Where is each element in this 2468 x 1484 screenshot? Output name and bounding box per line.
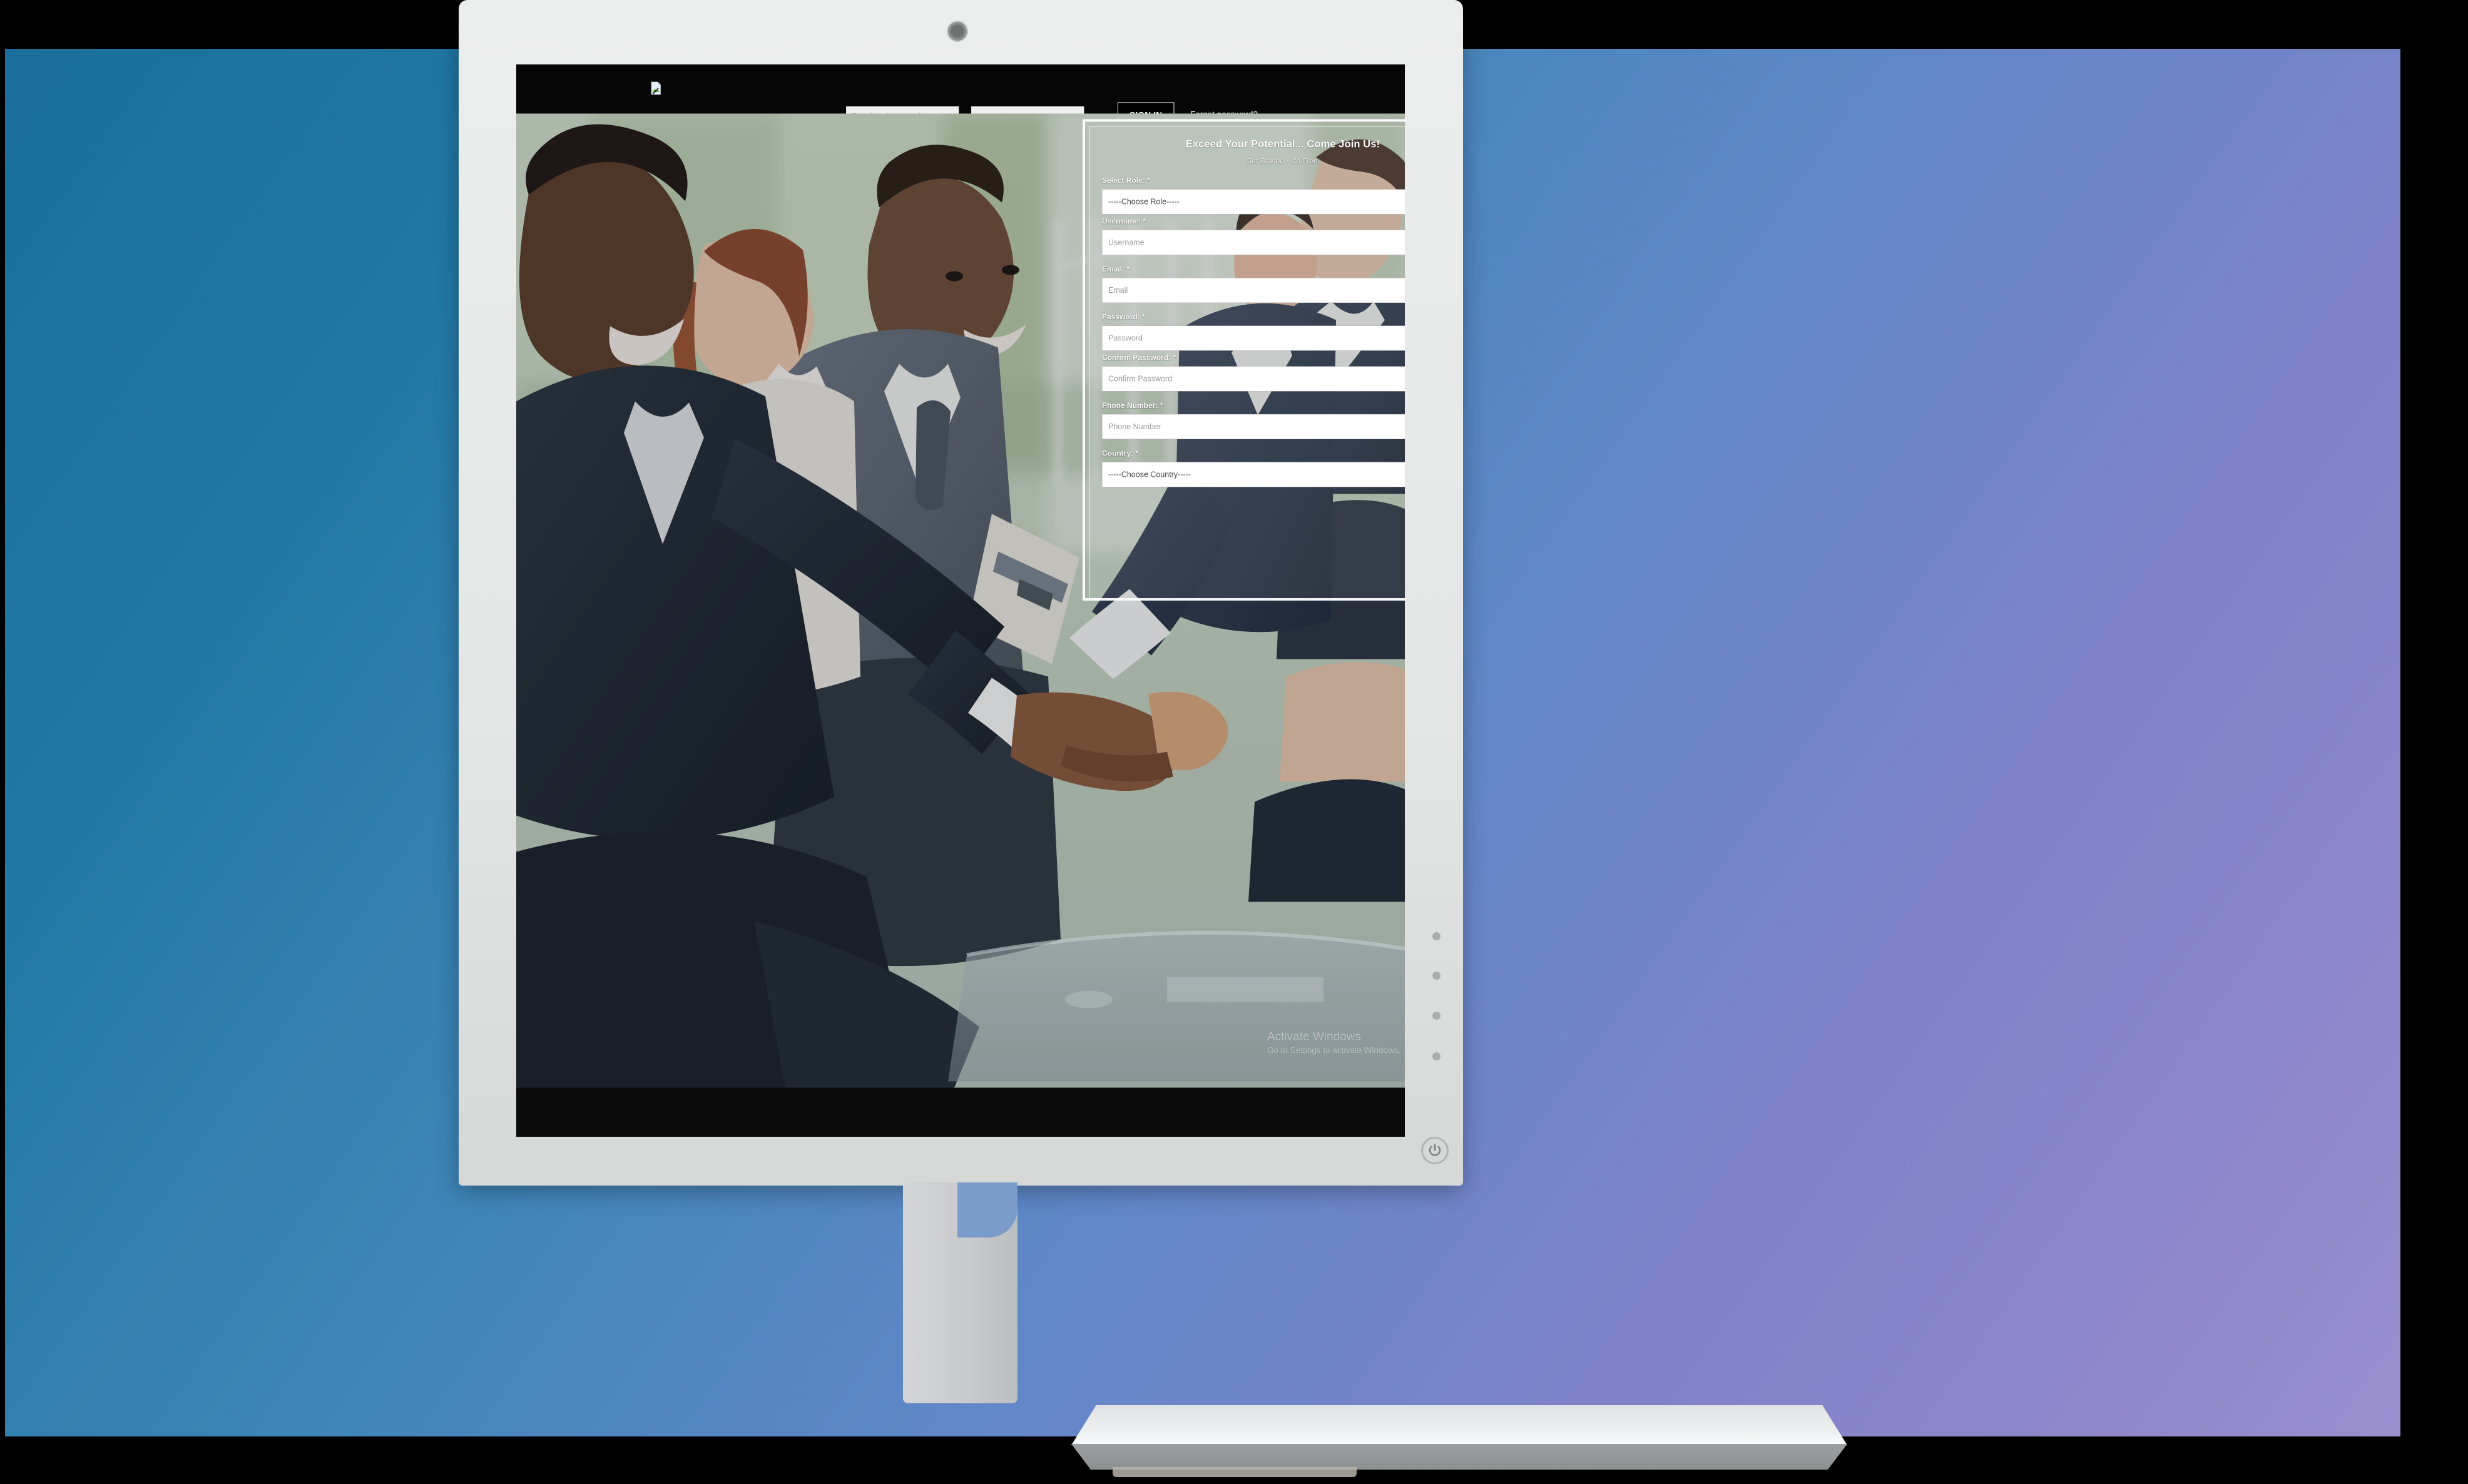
monitor-screen: SIGN IN Forgot password?: [516, 64, 1405, 1137]
label-password: Password: *: [1102, 313, 1145, 322]
signup-title: Exceed Your Potential... Come Join Us!: [1185, 138, 1380, 150]
monitor-osd-button-3[interactable]: [1432, 1012, 1441, 1020]
signup-card: Exceed Your Potential... Come Join Us! G…: [1083, 119, 1405, 601]
broken-image-icon: [651, 81, 661, 95]
power-button[interactable]: [1421, 1137, 1449, 1164]
signup-card-inner: Exceed Your Potential... Come Join Us! G…: [1089, 126, 1405, 598]
field-group-select-role: Select Role: * -----Choose Role-----: [1102, 176, 1405, 215]
monitor-stand-base-front: [1071, 1444, 1847, 1470]
select-role-dropdown[interactable]: -----Choose Role-----: [1102, 189, 1405, 215]
signup-subtitle: Get Started - It's Free.: [1245, 157, 1320, 166]
label-username: Username: *: [1102, 217, 1146, 226]
field-group-password: Password: *: [1102, 313, 1405, 351]
monitor-stand-base-top: [1071, 1405, 1847, 1445]
field-group-phone-number: Phone Number: *: [1102, 401, 1405, 439]
field-group-confirm-password: Confirm Password: *: [1102, 353, 1405, 392]
field-group-username: Username: *: [1102, 217, 1405, 255]
monitor-osd-button-1[interactable]: [1432, 932, 1441, 940]
monitor-mockup: SIGN IN Forgot password?: [459, 0, 1463, 1186]
monitor-stand-base-foot: [1113, 1467, 1357, 1477]
label-select-role: Select Role: *: [1102, 176, 1150, 185]
monitor-stand-notch: [957, 1182, 1017, 1238]
hero-section: Exceed Your Potential... Come Join Us! G…: [516, 113, 1405, 1088]
confirm-password-input[interactable]: [1102, 366, 1405, 392]
label-email: Email: *: [1102, 265, 1130, 274]
webcam-icon: [947, 21, 968, 42]
field-group-country: Country: * -----Choose Country-----: [1102, 449, 1405, 487]
web-page: SIGN IN Forgot password?: [516, 64, 1405, 1137]
desktop: SIGN IN Forgot password?: [0, 0, 2468, 1484]
username-input[interactable]: [1102, 230, 1405, 255]
monitor-osd-button-2[interactable]: [1432, 972, 1441, 980]
phone-number-input[interactable]: [1102, 414, 1405, 439]
email-input[interactable]: [1102, 278, 1405, 303]
field-group-email: Email: *: [1102, 265, 1405, 303]
power-icon: [1429, 1144, 1441, 1156]
signup-password-input[interactable]: [1102, 325, 1405, 351]
navbar: SIGN IN Forgot password?: [516, 64, 1405, 128]
country-dropdown[interactable]: -----Choose Country-----: [1102, 462, 1405, 487]
label-phone-number: Phone Number: *: [1102, 401, 1163, 410]
monitor-osd-button-4[interactable]: [1432, 1052, 1441, 1060]
label-confirm-password: Confirm Password: *: [1102, 353, 1176, 362]
label-country: Country: *: [1102, 449, 1138, 458]
